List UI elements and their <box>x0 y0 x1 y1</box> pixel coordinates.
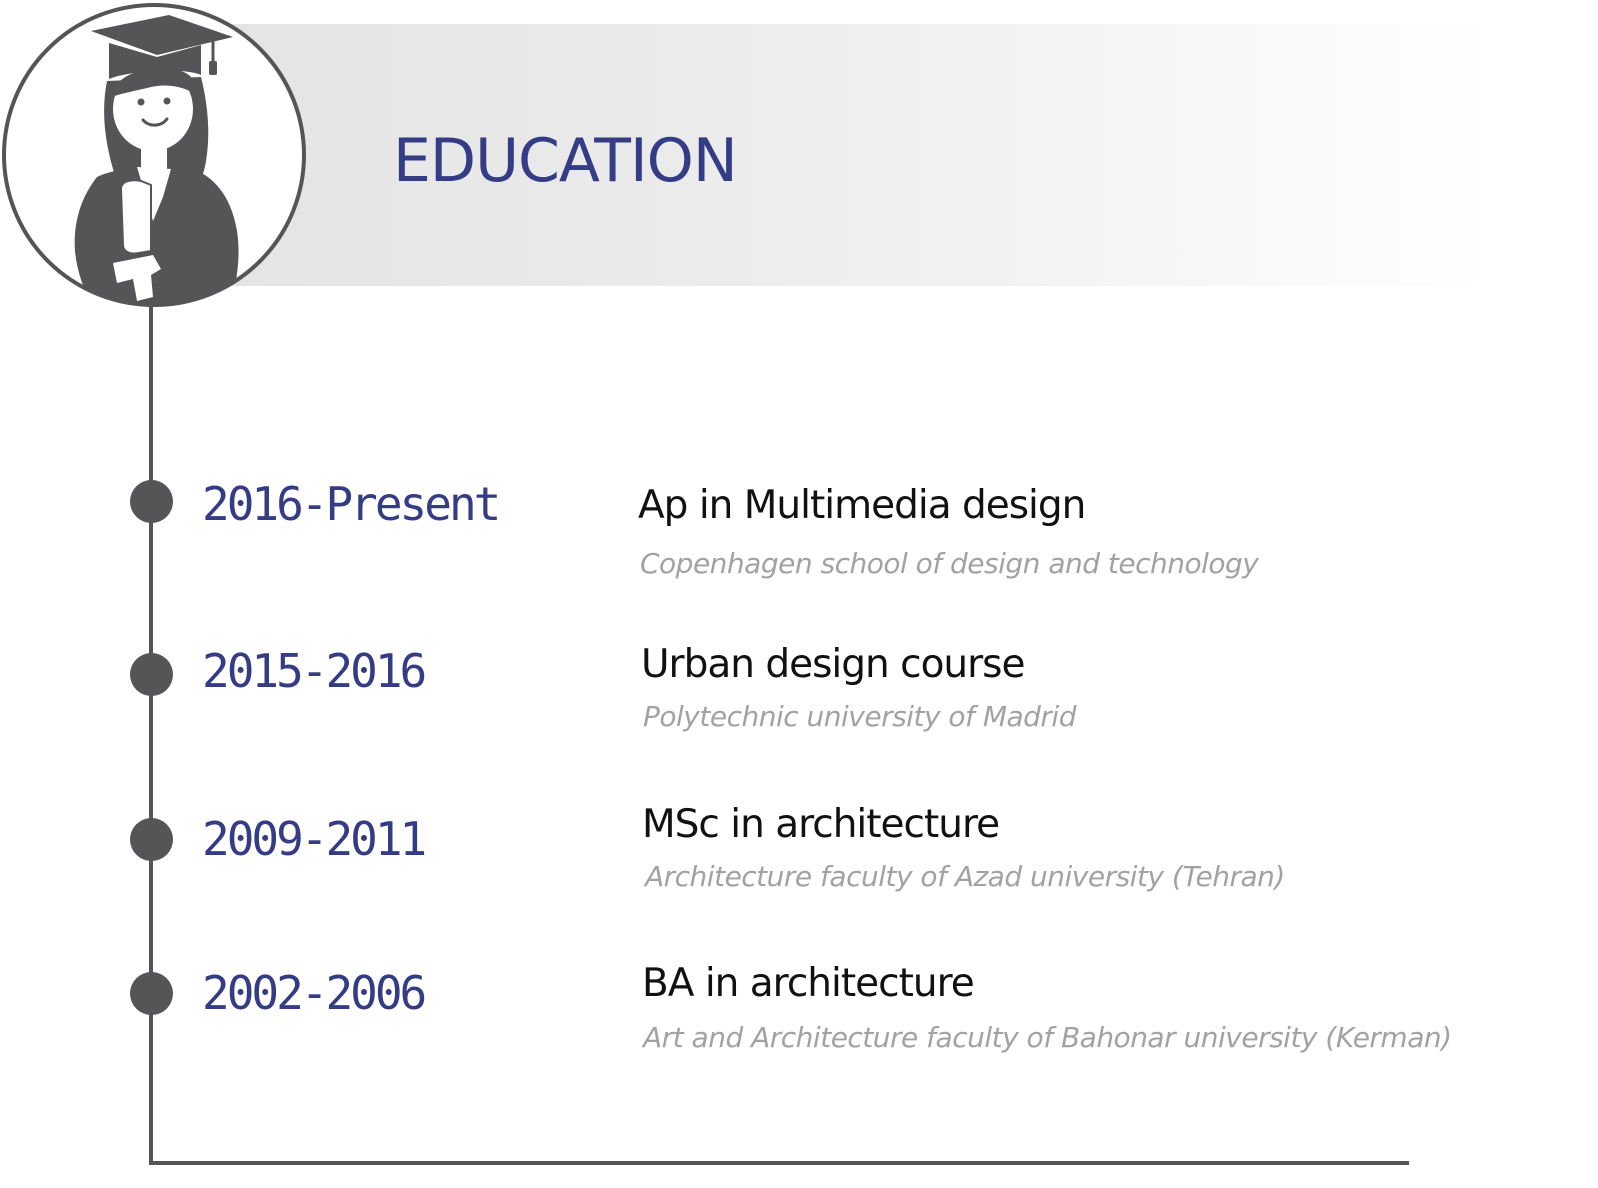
entry-school: Architecture faculty of Azad university … <box>645 860 1285 893</box>
entry-degree: BA in architecture <box>642 961 975 1006</box>
entry-school: Copenhagen school of design and technolo… <box>640 547 1259 580</box>
entry-years: 2016-Present <box>202 477 501 531</box>
timeline-dot <box>130 818 173 861</box>
graduate-woman-icon <box>2 3 306 307</box>
section-title: EDUCATION <box>393 126 738 196</box>
entry-school: Art and Architecture faculty of Bahonar … <box>643 1021 1452 1054</box>
entry-years: 2009-2011 <box>202 812 427 866</box>
timeline-dot <box>130 480 173 523</box>
entry-years: 2002-2006 <box>202 966 427 1020</box>
timeline-dot <box>130 653 173 696</box>
timeline-line <box>149 306 153 1165</box>
entry-school: Polytechnic university of Madrid <box>643 700 1076 733</box>
entry-degree: MSc in architecture <box>642 802 1000 847</box>
header-band <box>150 24 1495 286</box>
entry-years: 2015-2016 <box>202 644 427 698</box>
timeline-dot <box>130 972 173 1015</box>
entry-degree: Ap in Multimedia design <box>638 483 1086 528</box>
timeline-baseline <box>149 1161 1409 1165</box>
graduate-avatar <box>1 1 307 310</box>
entry-degree: Urban design course <box>641 642 1025 687</box>
